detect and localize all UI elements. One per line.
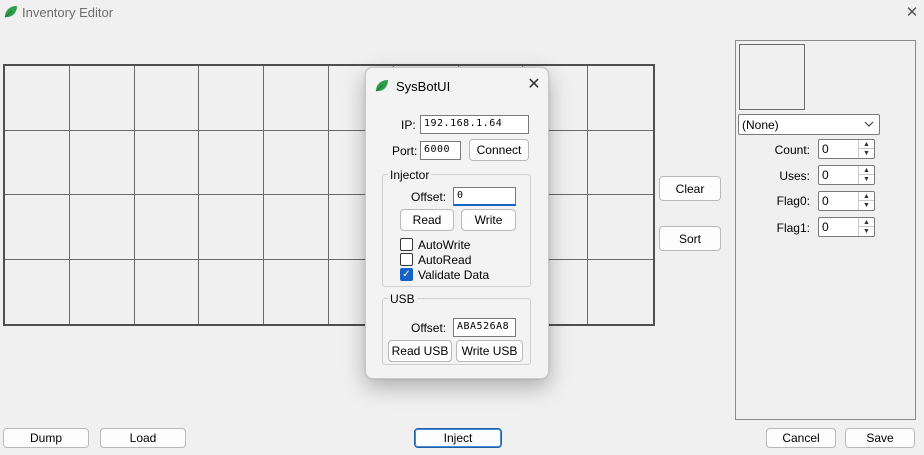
usb-offset-label: Offset: bbox=[411, 321, 447, 335]
window-title: Inventory Editor bbox=[22, 5, 114, 20]
save-button[interactable]: Save bbox=[845, 428, 915, 448]
inventory-slot[interactable] bbox=[264, 259, 329, 324]
uses-spin-buttons[interactable]: ▲ ▼ bbox=[858, 166, 874, 184]
inventory-slot[interactable] bbox=[134, 130, 200, 195]
autoread-label: AutoRead bbox=[418, 253, 472, 267]
flag0-spin-buttons[interactable]: ▲ ▼ bbox=[858, 192, 874, 210]
inventory-slot[interactable] bbox=[264, 66, 329, 131]
flag1-spin-buttons[interactable]: ▲ ▼ bbox=[858, 218, 874, 236]
flag0-stepper[interactable]: 0 ▲ ▼ bbox=[818, 191, 875, 211]
count-stepper[interactable]: 0 ▲ ▼ bbox=[818, 139, 875, 159]
dialog-title: SysBotUI bbox=[396, 79, 451, 94]
uses-value: 0 bbox=[822, 168, 829, 182]
spin-down-icon[interactable]: ▼ bbox=[859, 201, 874, 210]
inventory-slot[interactable] bbox=[588, 195, 653, 260]
sort-button[interactable]: Sort bbox=[659, 226, 721, 251]
ip-input[interactable]: 192.168.1.64 bbox=[420, 115, 529, 134]
inventory-slot[interactable] bbox=[199, 66, 265, 131]
inventory-slot[interactable] bbox=[588, 131, 653, 195]
inventory-slot[interactable] bbox=[134, 66, 200, 131]
inventory-grid bbox=[3, 64, 655, 326]
usb-group-title: USB bbox=[388, 292, 417, 306]
inventory-slot[interactable] bbox=[69, 195, 135, 260]
inventory-slot[interactable] bbox=[588, 260, 653, 325]
inventory-slot[interactable] bbox=[199, 195, 265, 260]
port-label: Port: bbox=[392, 144, 418, 158]
title-bar: Inventory Editor ✕ bbox=[0, 0, 924, 28]
flag0-value: 0 bbox=[822, 194, 829, 208]
inventory-slot[interactable] bbox=[199, 259, 265, 324]
spin-down-icon[interactable]: ▼ bbox=[859, 227, 874, 236]
inventory-slot[interactable] bbox=[264, 130, 329, 195]
write-usb-button[interactable]: Write USB bbox=[456, 340, 523, 362]
close-window-button[interactable]: ✕ bbox=[900, 2, 924, 24]
close-dialog-button[interactable]: ✕ bbox=[522, 74, 546, 96]
count-spin-buttons[interactable]: ▲ ▼ bbox=[858, 140, 874, 158]
injector-offset-label: Offset: bbox=[411, 190, 447, 204]
flag1-stepper[interactable]: 0 ▲ ▼ bbox=[818, 217, 875, 237]
injector-offset-input[interactable]: 0 bbox=[453, 187, 516, 206]
inventory-slot[interactable] bbox=[69, 130, 135, 195]
validate-data-label: Validate Data bbox=[418, 268, 490, 282]
inject-button[interactable]: Inject bbox=[414, 428, 502, 448]
inventory-slot[interactable] bbox=[264, 195, 329, 260]
spin-up-icon[interactable]: ▲ bbox=[859, 218, 874, 227]
chevron-down-icon bbox=[864, 121, 874, 127]
flag1-value: 0 bbox=[822, 220, 829, 234]
usb-offset-input[interactable]: ABA526A8 bbox=[453, 318, 516, 337]
injector-group-title: Injector bbox=[388, 168, 432, 182]
ip-label: IP: bbox=[401, 118, 416, 132]
spin-down-icon[interactable]: ▼ bbox=[859, 149, 874, 158]
leaf-icon bbox=[375, 80, 388, 92]
inventory-slot[interactable] bbox=[70, 259, 135, 324]
item-select-value: (None) bbox=[742, 118, 779, 132]
read-button[interactable]: Read bbox=[400, 209, 454, 231]
spin-up-icon[interactable]: ▲ bbox=[859, 166, 874, 175]
inventory-slot[interactable] bbox=[5, 66, 70, 131]
validate-data-checkbox[interactable]: ✓ bbox=[400, 268, 413, 281]
port-input[interactable]: 6000 bbox=[420, 141, 461, 160]
read-usb-button[interactable]: Read USB bbox=[388, 340, 452, 362]
dump-button[interactable]: Dump bbox=[3, 428, 89, 448]
item-select[interactable]: (None) bbox=[738, 114, 880, 135]
flag0-label: Flag0: bbox=[776, 194, 810, 208]
flag1-label: Flag1: bbox=[776, 221, 810, 235]
inventory-slot[interactable] bbox=[135, 259, 200, 324]
spin-up-icon[interactable]: ▲ bbox=[859, 192, 874, 201]
spin-up-icon[interactable]: ▲ bbox=[859, 140, 874, 149]
inventory-slot[interactable] bbox=[69, 66, 135, 131]
clear-button[interactable]: Clear bbox=[659, 176, 721, 201]
inventory-slot[interactable] bbox=[588, 66, 653, 131]
sysbot-dialog: SysBotUI ✕ IP: 192.168.1.64 Port: 6000 C… bbox=[365, 67, 549, 379]
spin-down-icon[interactable]: ▼ bbox=[859, 175, 874, 184]
count-value: 0 bbox=[822, 142, 829, 156]
uses-label: Uses: bbox=[779, 169, 810, 183]
load-button[interactable]: Load bbox=[100, 428, 186, 448]
leaf-icon bbox=[4, 6, 17, 18]
check-icon: ✓ bbox=[402, 269, 411, 280]
inventory-slot[interactable] bbox=[134, 195, 200, 260]
cancel-button[interactable]: Cancel bbox=[766, 428, 836, 448]
uses-stepper[interactable]: 0 ▲ ▼ bbox=[818, 165, 875, 185]
connect-button[interactable]: Connect bbox=[469, 139, 529, 161]
autoread-checkbox[interactable] bbox=[400, 253, 413, 266]
inventory-slot[interactable] bbox=[5, 130, 70, 195]
write-button[interactable]: Write bbox=[461, 209, 516, 231]
autowrite-label: AutoWrite bbox=[418, 238, 471, 252]
inventory-slot[interactable] bbox=[199, 130, 265, 195]
count-label: Count: bbox=[774, 143, 810, 157]
inventory-slot[interactable] bbox=[5, 259, 70, 324]
item-preview bbox=[739, 44, 805, 110]
inventory-slot[interactable] bbox=[5, 195, 70, 260]
autowrite-checkbox[interactable] bbox=[400, 238, 413, 251]
